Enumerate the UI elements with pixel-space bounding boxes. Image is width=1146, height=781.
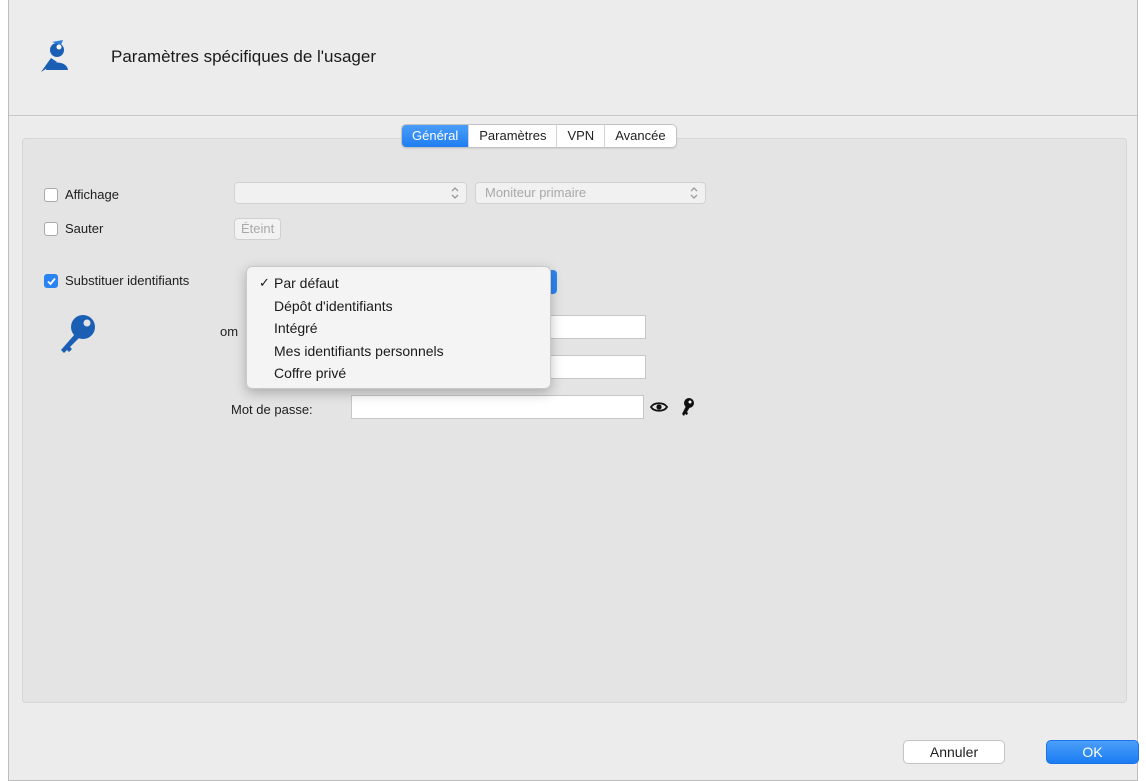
override-credentials-label: Substituer identifiants [65, 273, 190, 288]
skip-checkbox[interactable] [44, 222, 58, 236]
tab-avancee[interactable]: Avancée [605, 125, 675, 147]
skip-label: Sauter [65, 221, 104, 236]
tab-vpn[interactable]: VPN [557, 125, 606, 147]
username-label-partial: om [220, 324, 239, 339]
display-label: Affichage [65, 187, 119, 202]
tab-bar: Général Paramètres VPN Avancée [401, 124, 677, 148]
menu-item-default[interactable]: ✓ Par défaut [247, 272, 550, 295]
menu-item-integrated[interactable]: Intégré [247, 317, 550, 340]
menu-item-my-personal-credentials[interactable]: Mes identifiants personnels [247, 340, 550, 363]
eye-icon [649, 402, 668, 412]
password-label: Mot de passe: [231, 402, 313, 417]
key-icon [61, 315, 95, 353]
menu-item-private-vault[interactable]: Coffre privé [247, 362, 550, 385]
menu-item-label: Intégré [274, 320, 318, 336]
cancel-button[interactable]: Annuler [903, 740, 1005, 764]
key-icon [681, 398, 694, 416]
credential-source-menu: ✓ Par défaut Dépôt d'identifiants Intégr… [246, 266, 551, 389]
password-field[interactable] [351, 395, 644, 419]
chevron-updown-icon [451, 187, 459, 199]
domain-field[interactable] [539, 355, 646, 379]
override-credentials-checkbox[interactable] [44, 274, 58, 288]
menu-item-label: Coffre privé [274, 365, 347, 381]
credential-key-button[interactable] [677, 396, 698, 418]
dialog-window: Paramètres spécifiques de l'usager Génér… [8, 0, 1139, 781]
menu-item-label: Dépôt d'identifiants [274, 297, 393, 314]
monitor-select[interactable]: Moniteur primaire [475, 182, 706, 204]
menu-item-label: Mes identifiants personnels [274, 342, 444, 359]
username-field[interactable] [539, 315, 646, 339]
dialog-title: Paramètres spécifiques de l'usager [111, 47, 376, 66]
monitor-select-value: Moniteur primaire [485, 185, 587, 200]
checkmark-icon: ✓ [259, 275, 270, 290]
settings-panel [22, 138, 1127, 703]
display-checkbox[interactable] [44, 188, 58, 202]
display-select[interactable] [234, 182, 467, 204]
dialog-header: Paramètres spécifiques de l'usager [9, 0, 1137, 116]
tab-general[interactable]: Général [402, 125, 470, 147]
tab-parametres[interactable]: Paramètres [469, 125, 558, 147]
checkmark-icon [47, 277, 56, 286]
menu-item-label: Par défaut [274, 275, 339, 291]
chevron-updown-icon [690, 187, 698, 199]
skip-state-button[interactable]: Éteint [234, 218, 282, 240]
menu-item-credential-repository[interactable]: Dépôt d'identifiants [247, 295, 550, 318]
show-password-button[interactable] [648, 396, 669, 418]
ok-button[interactable]: OK [1046, 740, 1139, 764]
user-settings-icon [41, 40, 68, 72]
